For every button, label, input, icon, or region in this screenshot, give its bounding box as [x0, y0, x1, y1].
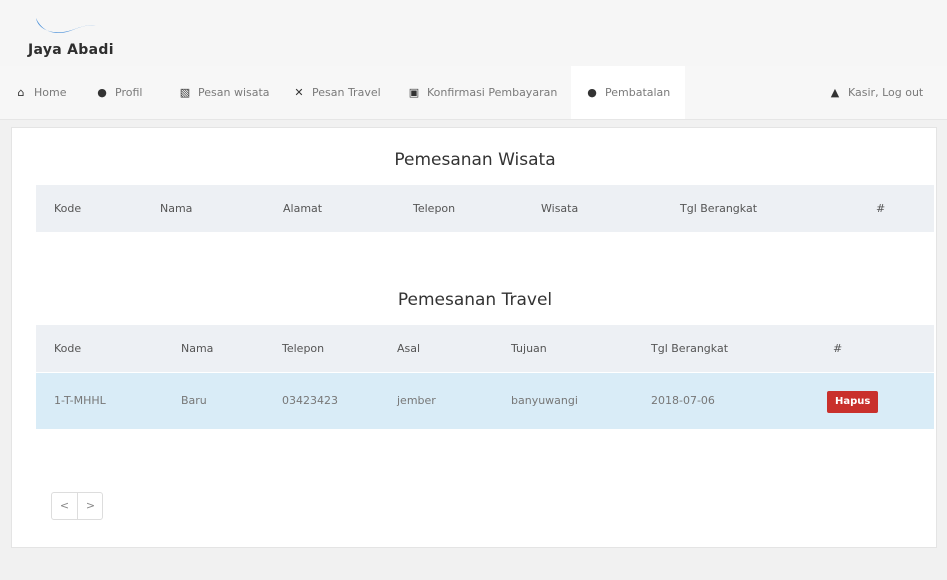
unlock-icon: ▲ — [830, 86, 840, 99]
logo[interactable]: Jaya Abadi — [22, 12, 132, 60]
column-header: Tgl Berangkat — [680, 202, 758, 215]
table-row[interactable]: 1-T-MHHL Baru 03423423 jember banyuwangi… — [36, 373, 934, 429]
cell-kode: 1-T-MHHL — [54, 394, 106, 407]
column-header: # — [876, 202, 886, 215]
logout-link[interactable]: ▲ Kasir, Log out — [828, 66, 923, 119]
bird-logo-icon — [36, 18, 96, 34]
wisata-title: Pemesanan Wisata — [394, 150, 556, 170]
column-header: Tujuan — [511, 342, 547, 355]
nav-item-pembatalan[interactable]: ● Pembatalan — [571, 66, 685, 119]
user-icon: ● — [97, 86, 107, 99]
column-header: Telepon — [413, 202, 456, 215]
nav-label: Profil — [115, 86, 143, 99]
map-icon: ▧ — [179, 86, 191, 99]
nav-item-pesan-wisata[interactable]: ▧ Pesan wisata — [178, 66, 270, 119]
nav-item-pesan-travel[interactable]: ✕ Pesan Travel — [292, 66, 381, 119]
column-header: Wisata — [541, 202, 579, 215]
nav-label: Pesan wisata — [198, 86, 270, 99]
cell-tgl: 2018-07-06 — [651, 394, 715, 407]
main-panel: Pemesanan Wisata Kode Nama Alamat Telepo… — [11, 127, 937, 548]
next-page-button[interactable]: > — [77, 493, 103, 519]
money-icon: ▣ — [408, 86, 420, 99]
prev-page-button[interactable]: < — [52, 493, 77, 519]
column-header: Kode — [54, 342, 82, 355]
nav-item-home[interactable]: ⌂ Home — [14, 66, 67, 119]
nav-label: Home — [34, 86, 67, 99]
delete-button[interactable]: Hapus — [827, 391, 879, 413]
travel-title: Pemesanan Travel — [397, 290, 553, 310]
cell-tujuan: banyuwangi — [511, 394, 578, 407]
cell-telepon: 03423423 — [282, 394, 338, 407]
nav-label: Konfirmasi Pembayaran — [427, 86, 558, 99]
column-header: Alamat — [283, 202, 323, 215]
home-icon: ⌂ — [17, 86, 25, 99]
wisata-table-header: Kode Nama Alamat Telepon Wisata Tgl Bera… — [36, 185, 934, 232]
plane-icon: ✕ — [294, 86, 304, 99]
cell-asal: jember — [397, 394, 436, 407]
user-remove-icon: ● — [587, 86, 597, 99]
column-header: Nama — [160, 202, 193, 215]
nav-item-profil[interactable]: ● Profil — [95, 66, 142, 119]
brand-name: Jaya Abadi — [28, 42, 114, 58]
travel-table-header: Kode Nama Telepon Asal Tujuan Tgl Berang… — [36, 325, 934, 372]
nav-label: Pesan Travel — [312, 86, 381, 99]
pagination: < > — [51, 492, 103, 520]
nav-label: Pembatalan — [605, 86, 671, 99]
nav-item-konfirmasi-pembayaran[interactable]: ▣ Konfirmasi Pembayaran — [407, 66, 558, 119]
cell-nama: Baru — [181, 394, 207, 407]
main-nav: ⌂ Home ● Profil ▧ Pesan wisata ✕ Pesan Trave… — [0, 66, 947, 120]
logout-label: Kasir, Log out — [848, 86, 924, 99]
column-header: Telepon — [282, 342, 325, 355]
column-header: Tgl Berangkat — [651, 342, 729, 355]
column-header: Nama — [181, 342, 214, 355]
column-header: Kode — [54, 202, 82, 215]
column-header: Asal — [397, 342, 421, 355]
header: Jaya Abadi — [0, 0, 947, 66]
column-header: # — [833, 342, 843, 355]
